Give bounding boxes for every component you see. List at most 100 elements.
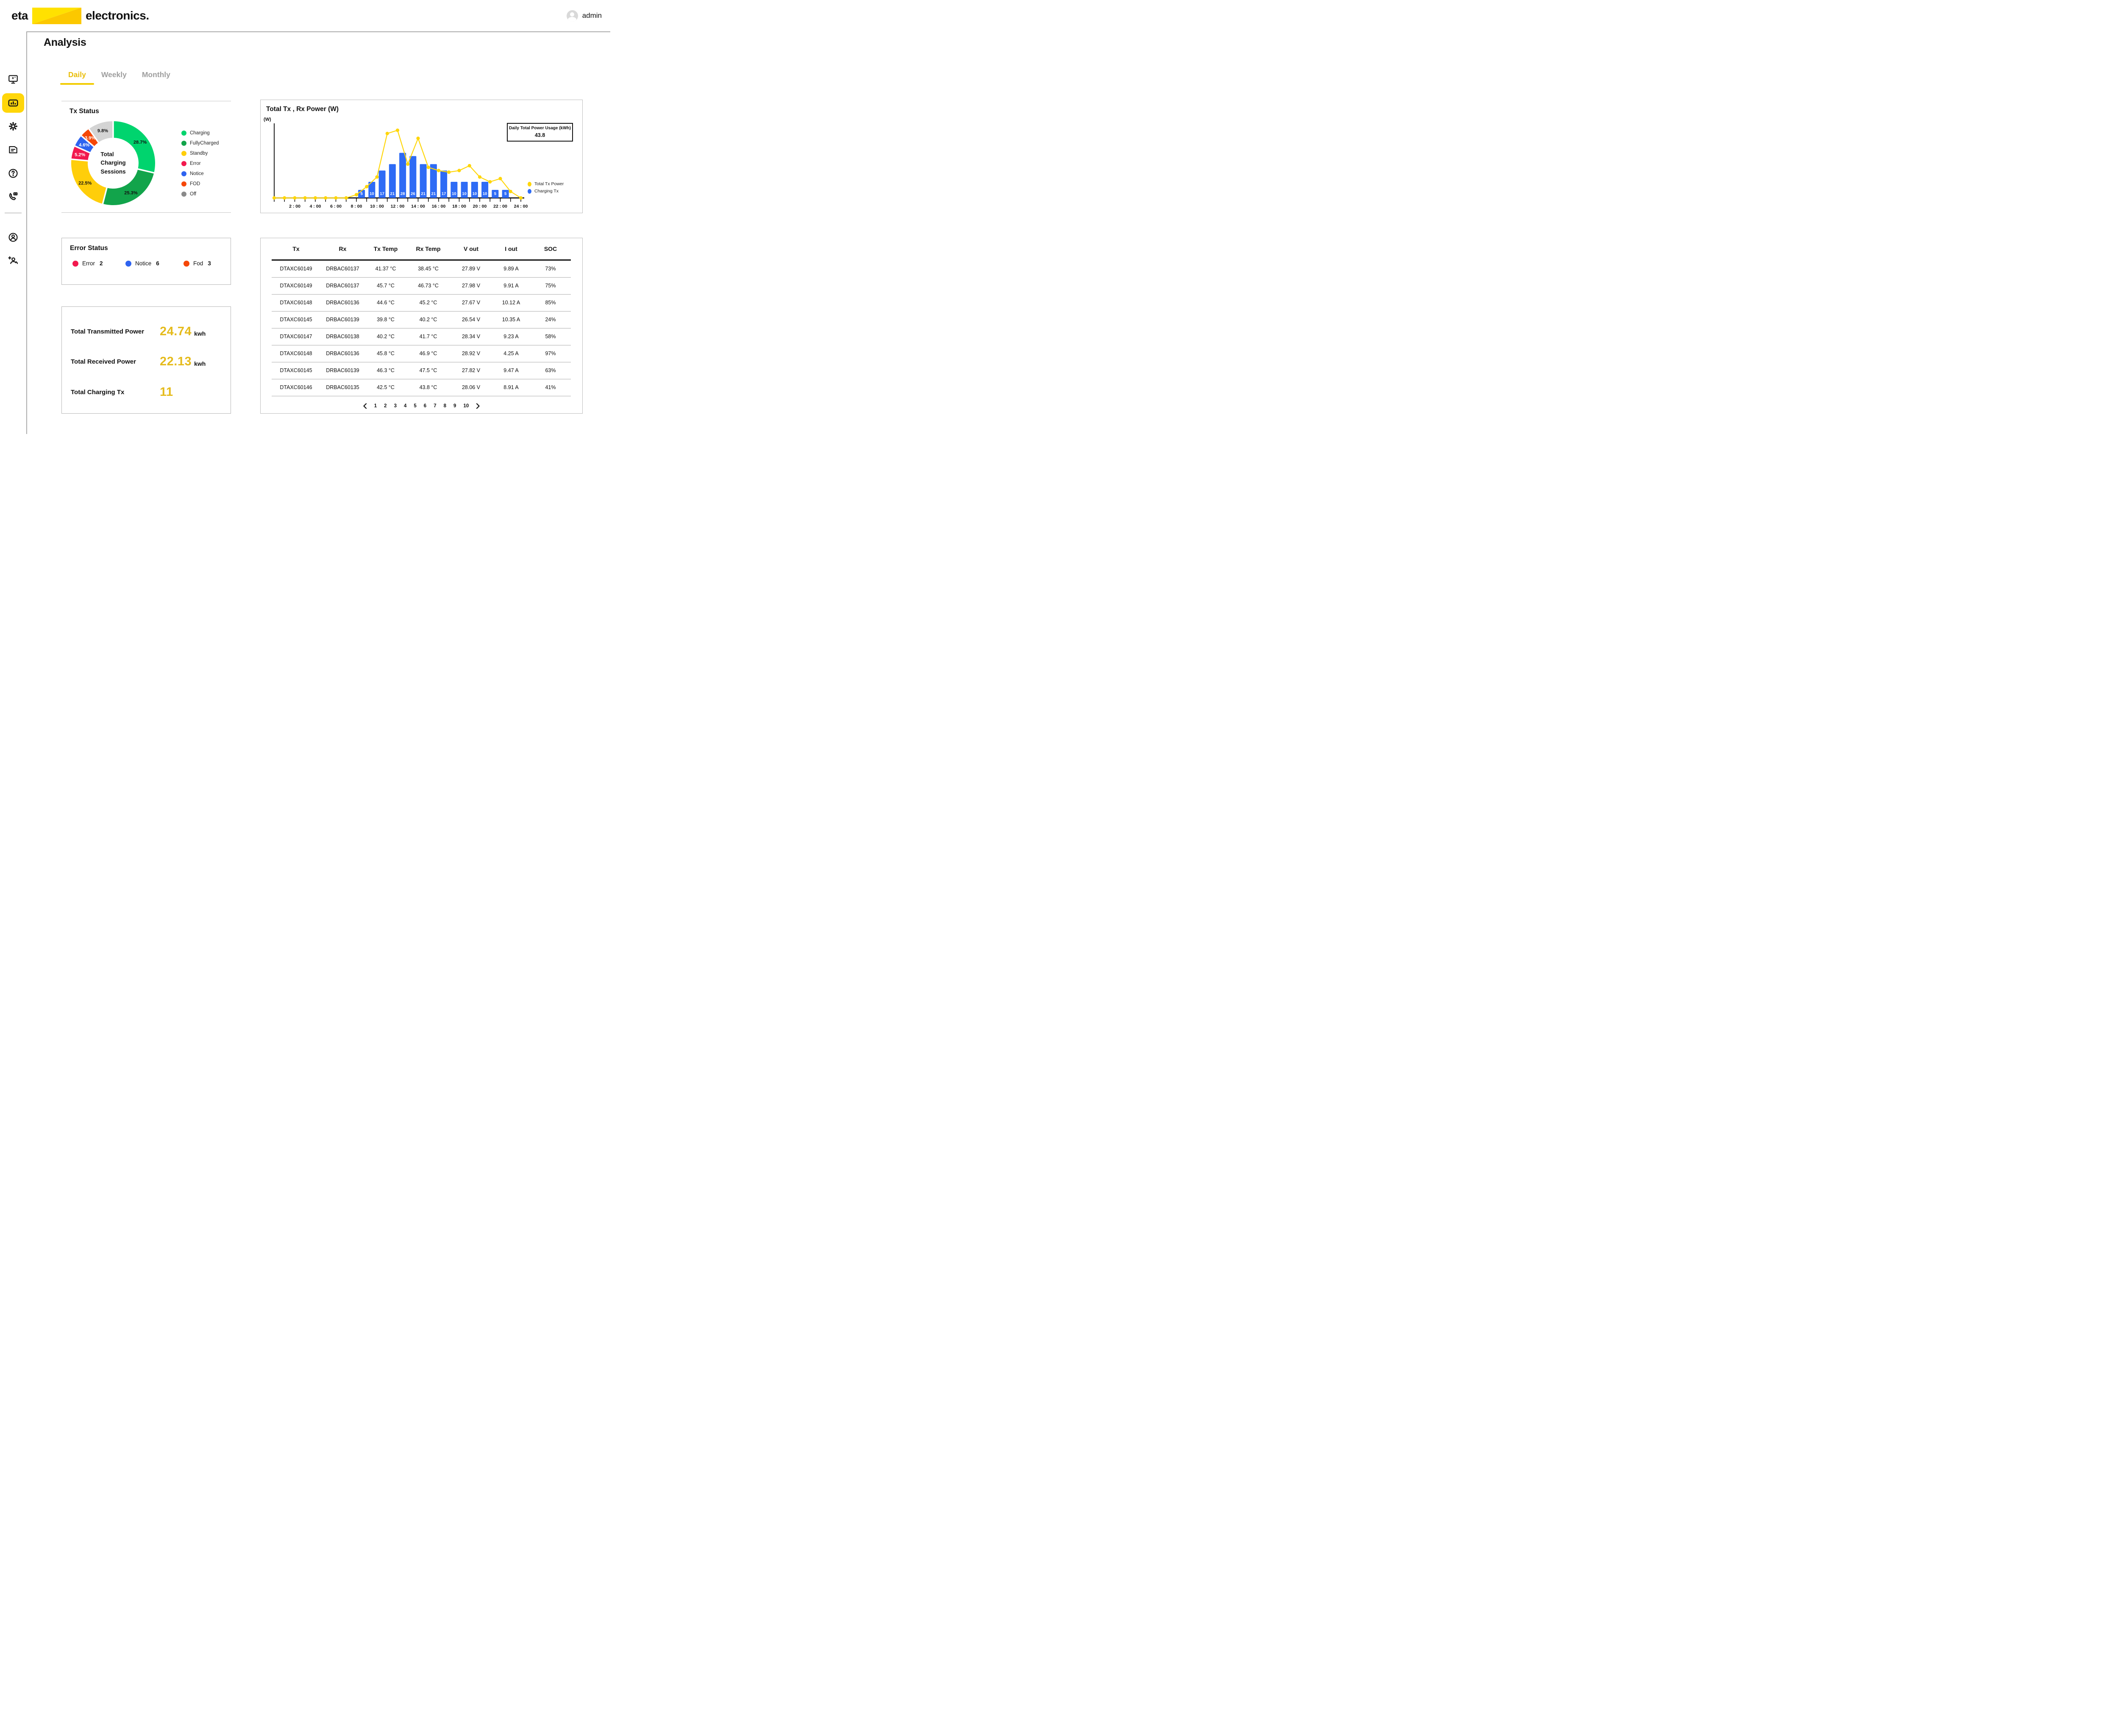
table-row: DTAXC60145DRBAC6013946.3 °C47.5 °C27.82 …	[272, 362, 571, 379]
chart-legend-item: Charging Tx	[528, 189, 564, 194]
bar-value-label: 10	[473, 192, 477, 196]
table-row: DTAXC60145DRBAC6013939.8 °C40.2 °C26.54 …	[272, 312, 571, 328]
table-cell: 47.5 °C	[406, 367, 450, 373]
bar-value-label: 21	[421, 192, 425, 196]
table-cell: DTAXC60149	[272, 283, 320, 289]
bar-value-label: 10	[370, 192, 374, 196]
table-cell: DRBAC60137	[320, 283, 365, 289]
sidebar-item-analysis[interactable]	[2, 93, 24, 113]
sidebar-item-reports[interactable]	[2, 140, 24, 159]
table-cell: 63%	[530, 367, 571, 373]
x-axis-label: 20 : 00	[473, 204, 487, 209]
x-axis-label: 12 : 00	[391, 204, 405, 209]
table-cell: DTAXC60145	[272, 317, 320, 323]
page-number-9[interactable]: 9	[453, 403, 456, 409]
legend-label: Charging	[190, 131, 210, 136]
page-number-1[interactable]: 1	[374, 403, 377, 409]
table-cell: 39.8 °C	[365, 317, 406, 323]
error-status-title: Error Status	[70, 245, 108, 252]
table-cell: 10.35 A	[492, 317, 530, 323]
bar-value-label: 5	[360, 192, 363, 196]
table-row: DTAXC60148DRBAC6013645.8 °C46.9 °C28.92 …	[272, 345, 571, 362]
table-cell: 27.67 V	[450, 300, 492, 306]
prev-page-button[interactable]	[363, 403, 367, 409]
page-number-7[interactable]: 7	[434, 403, 436, 409]
bar-value-label: 21	[431, 192, 436, 196]
sidebar-item-add-user[interactable]	[2, 251, 24, 270]
legend-item-charging: Charging	[181, 128, 219, 138]
power-chart-legend: Total Tx PowerCharging Tx	[528, 181, 564, 194]
monitor-sparkle-icon	[8, 74, 19, 85]
page-number-3[interactable]: 3	[394, 403, 397, 409]
tab-weekly[interactable]: Weekly	[101, 70, 127, 79]
page-number-2[interactable]: 2	[384, 403, 387, 409]
x-axis-label: 4 : 00	[310, 204, 321, 209]
avatar-icon	[567, 10, 578, 22]
donut-slice-percent: 22.5%	[78, 181, 92, 186]
power-chart-card: Total Tx , Rx Power (W) (W) 2 : 004 : 00…	[260, 100, 583, 213]
table-cell: 41.7 °C	[406, 334, 450, 339]
table-cell: 97%	[530, 351, 571, 356]
tab-daily[interactable]: Daily	[68, 70, 86, 79]
table-cell: 85%	[530, 300, 571, 306]
app-root: eta electronics. admin	[0, 0, 610, 434]
table-cell: 75%	[530, 283, 571, 289]
sidebar-item-dashboard[interactable]	[2, 70, 24, 89]
legend-dot	[181, 181, 186, 186]
table-cell: 24%	[530, 317, 571, 323]
error-item-label: Fod	[193, 260, 203, 267]
sidebar-item-account[interactable]	[2, 228, 24, 247]
table-cell: DRBAC60139	[320, 367, 365, 373]
chart-legend-dot	[528, 182, 531, 186]
table-row: DTAXC60149DRBAC6013745.7 °C46.73 °C27.98…	[272, 278, 571, 295]
next-page-button[interactable]	[476, 403, 480, 409]
table-header-cell: V out	[450, 245, 492, 252]
table-cell: 46.73 °C	[406, 283, 450, 289]
legend-label: Error	[190, 161, 201, 166]
legend-item-off: Off	[181, 189, 219, 199]
sidebar-item-settings[interactable]	[2, 117, 24, 136]
table-cell: 43.8 °C	[406, 384, 450, 390]
legend-dot	[181, 171, 186, 176]
table-cell: DTAXC60148	[272, 351, 320, 356]
logo-suffix: electronics.	[86, 9, 149, 22]
error-item-dot	[72, 261, 78, 267]
tab-monthly[interactable]: Monthly	[142, 70, 170, 79]
page-number-10[interactable]: 10	[463, 403, 469, 409]
legend-item-notice: Notice	[181, 169, 219, 179]
table-cell: 26.54 V	[450, 317, 492, 323]
table-cell: 40.2 °C	[406, 317, 450, 323]
table-cell: DTAXC60146	[272, 384, 320, 390]
tx-status-title: Tx Status	[70, 108, 99, 115]
chart-legend-dot	[528, 189, 531, 194]
user-menu[interactable]: admin	[567, 10, 610, 22]
legend-dot	[181, 151, 186, 156]
table-cell: 40.2 °C	[365, 334, 406, 339]
page-number-6[interactable]: 6	[424, 403, 426, 409]
x-axis-label: 2 : 00	[289, 204, 300, 209]
table-cell: 46.9 °C	[406, 351, 450, 356]
donut-slice-percent: 9.8%	[97, 128, 108, 134]
table-header-cell: Tx	[272, 245, 320, 252]
table-cell: 9.89 A	[492, 266, 530, 272]
error-item-fod: Fod3	[184, 260, 211, 267]
legend-dot	[181, 131, 186, 136]
page-number-8[interactable]: 8	[444, 403, 446, 409]
x-axis-label: 8 : 00	[351, 204, 362, 209]
table-header-cell: I out	[492, 245, 530, 252]
table-cell: 41.37 °C	[365, 266, 406, 272]
page-number-5[interactable]: 5	[414, 403, 416, 409]
table-cell: 42.5 °C	[365, 384, 406, 390]
page-number-4[interactable]: 4	[404, 403, 406, 409]
table-cell: 45.2 °C	[406, 300, 450, 306]
total-row-value: 22.13	[160, 355, 192, 369]
sidebar-item-help[interactable]	[2, 164, 24, 183]
table-cell: 27.89 V	[450, 266, 492, 272]
table-body: DTAXC60149DRBAC6013741.37 °C38.45 °C27.8…	[272, 261, 571, 396]
x-axis-label: 24 : 00	[514, 204, 528, 209]
legend-label: FullyCharged	[190, 141, 219, 146]
error-item-label: Notice	[135, 260, 151, 267]
table-cell: 45.7 °C	[365, 283, 406, 289]
table-header-cell: Rx Temp	[406, 245, 450, 252]
sidebar-item-contact[interactable]	[2, 186, 24, 206]
